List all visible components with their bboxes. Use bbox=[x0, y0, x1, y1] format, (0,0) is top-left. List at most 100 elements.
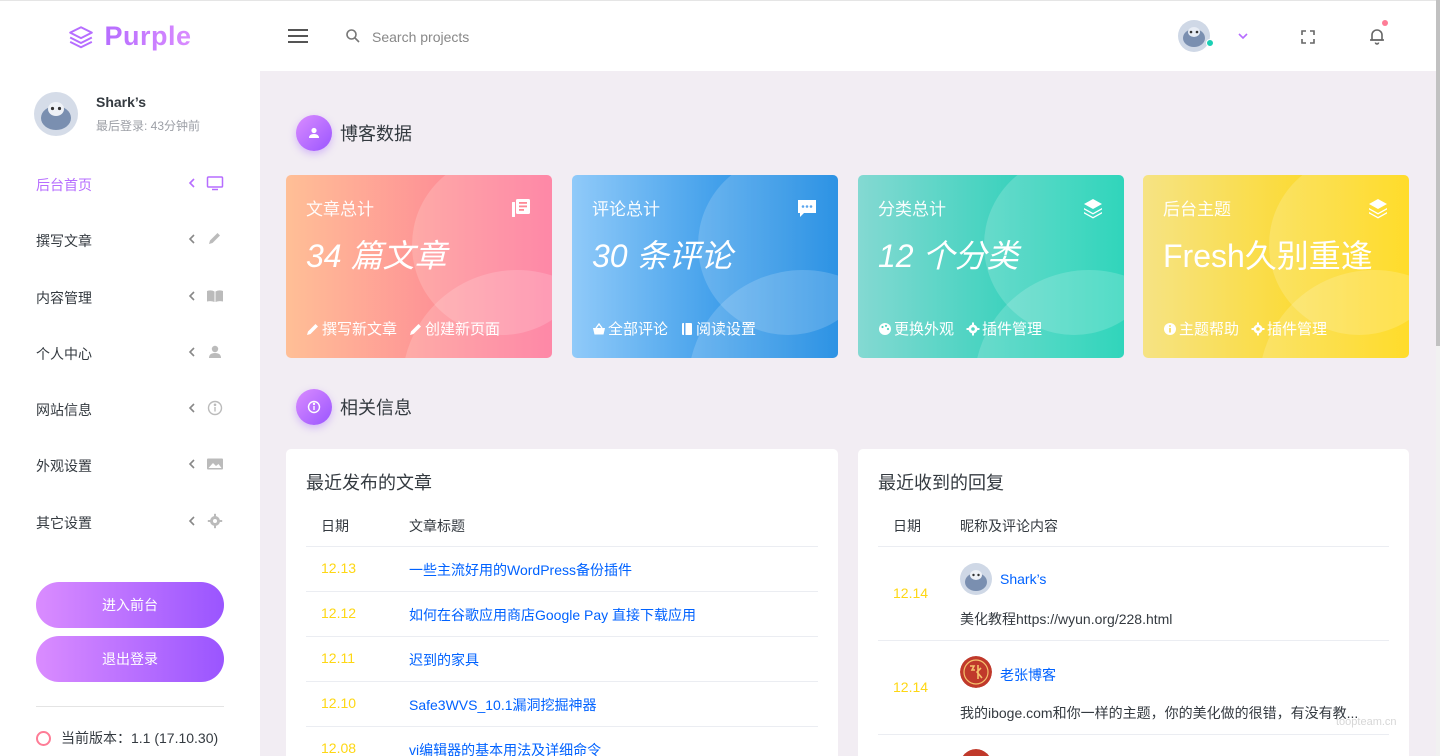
logout-button[interactable]: 退出登录 bbox=[36, 636, 224, 682]
stat-card-posts: 文章总计 34 篇文章 撰写新文章 创建新页面 bbox=[286, 175, 552, 358]
post-title-link[interactable]: vi编辑器的基本用法及详细命令 bbox=[409, 740, 601, 756]
reading-settings-link[interactable]: 阅读设置 bbox=[680, 318, 756, 339]
sidebar-item-label: 后台首页 bbox=[36, 177, 92, 193]
card-title: 后台主题 bbox=[1163, 200, 1231, 219]
card-value: 34 篇文章 bbox=[306, 238, 447, 274]
commenter-avatar bbox=[960, 749, 992, 756]
sidebar-item-other-settings[interactable]: 其它设置 bbox=[0, 493, 260, 549]
column-header: 日期 bbox=[321, 518, 349, 534]
commenter-avatar bbox=[960, 563, 992, 595]
search-icon bbox=[346, 29, 360, 43]
post-date: 12.13 bbox=[321, 560, 357, 576]
plugin-manage-link[interactable]: 插件管理 bbox=[1251, 318, 1327, 339]
chevron-left-icon bbox=[188, 403, 195, 413]
post-date: 12.12 bbox=[321, 605, 357, 621]
table-row: 12.14 老张博客 我的iboge.com和你一样的主题，你的美化做的很错，有… bbox=[878, 641, 1389, 735]
palette-icon bbox=[879, 322, 891, 335]
user-icon bbox=[209, 345, 221, 358]
table-row: 12.12 如何在谷歌应用商店Google Pay 直接下载应用 bbox=[306, 592, 818, 637]
sidebar-profile[interactable]: Shark’s 最后登录: 43分钟前 bbox=[34, 91, 234, 137]
sidebar-item-appearance[interactable]: 外观设置 bbox=[0, 436, 260, 492]
notification-dot bbox=[1382, 20, 1388, 26]
chevron-left-icon bbox=[188, 291, 195, 301]
pencil-icon bbox=[307, 323, 318, 335]
watermark: toopteam.cn bbox=[1336, 716, 1397, 728]
info-icon bbox=[1164, 322, 1176, 335]
post-title-link[interactable]: 迟到的家具 bbox=[409, 650, 479, 670]
column-header: 日期 bbox=[893, 518, 921, 534]
enter-frontend-button[interactable]: 进入前台 bbox=[36, 582, 224, 628]
profile-avatar bbox=[34, 92, 78, 136]
commenter-name-link[interactable]: Shark’s bbox=[1000, 571, 1046, 587]
sidebar-item-site-info[interactable]: 网站信息 bbox=[0, 380, 260, 436]
pencil-icon bbox=[410, 323, 422, 335]
divider bbox=[36, 706, 224, 707]
sidebar-item-dashboard[interactable]: 后台首页 bbox=[0, 155, 260, 211]
card-value: 12 个分类 bbox=[878, 238, 1019, 274]
table-header: 日期 昵称及评论内容 bbox=[878, 505, 1389, 547]
section-title: 相关信息 bbox=[340, 398, 412, 418]
info-icon bbox=[296, 389, 332, 425]
sidebar-item-content[interactable]: 内容管理 bbox=[0, 268, 260, 324]
book-icon bbox=[682, 322, 693, 335]
sidebar-item-profile[interactable]: 个人中心 bbox=[0, 324, 260, 380]
table-row: 12.14 Shark’s 美化教程https://wyun.org/228.h… bbox=[878, 547, 1389, 641]
reply-date: 12.14 bbox=[893, 585, 929, 601]
create-page-link[interactable]: 创建新页面 bbox=[409, 318, 500, 339]
card-title: 文章总计 bbox=[306, 200, 374, 219]
page-scrollbar[interactable] bbox=[1436, 0, 1440, 756]
menu-toggle-icon[interactable] bbox=[288, 25, 314, 49]
sidebar-item-write-post[interactable]: 撰写文章 bbox=[0, 211, 260, 267]
reply-date: 12.14 bbox=[893, 679, 929, 695]
post-date: 12.11 bbox=[321, 650, 355, 666]
user-avatar[interactable] bbox=[1178, 20, 1210, 52]
write-post-link[interactable]: 撰写新文章 bbox=[306, 318, 397, 339]
recent-replies-panel: 最近收到的回复 日期 昵称及评论内容 12.14 Shark’s 美化教程htt… bbox=[858, 449, 1409, 756]
all-comments-link[interactable]: 全部评论 bbox=[592, 318, 668, 339]
online-status-dot bbox=[1206, 39, 1214, 47]
gear-icon bbox=[1251, 322, 1265, 335]
table-row: 12.11 迟到的家具 bbox=[306, 637, 818, 682]
post-title-link[interactable]: 如何在谷歌应用商店Google Pay 直接下载应用 bbox=[409, 605, 696, 625]
chevron-left-icon bbox=[188, 234, 195, 244]
brand-logo[interactable]: Purple bbox=[0, 1, 260, 72]
version-text: 当前版本：1.1 (17.10.30) bbox=[61, 730, 219, 746]
search-input[interactable] bbox=[372, 23, 672, 51]
user-icon bbox=[296, 115, 332, 151]
gear-icon bbox=[207, 513, 223, 528]
chevron-left-icon bbox=[188, 178, 195, 188]
profile-name: Shark’s bbox=[96, 94, 147, 110]
card-title: 分类总计 bbox=[878, 200, 946, 219]
post-title-link[interactable]: Safe3WVS_10.1漏洞挖掘神器 bbox=[409, 695, 597, 715]
pencil-icon bbox=[209, 233, 220, 245]
sidebar-item-label: 网站信息 bbox=[36, 402, 92, 419]
stat-card-categories: 分类总计 12 个分类 更换外观 插件管理 bbox=[858, 175, 1124, 358]
chevron-down-icon[interactable] bbox=[1236, 29, 1250, 43]
plugin-manage-link[interactable]: 插件管理 bbox=[966, 318, 1042, 339]
top-navbar: Purple bbox=[0, 0, 1436, 71]
post-date: 12.08 bbox=[321, 740, 357, 756]
sidebar-nav: 后台首页 撰写文章 内容管理 个人中心 网站信息 外观设置 其它设置 bbox=[0, 155, 260, 549]
bell-icon[interactable] bbox=[1367, 26, 1387, 46]
theme-help-link[interactable]: 主题帮助 bbox=[1163, 318, 1239, 339]
layers-logo-icon bbox=[69, 25, 94, 48]
table-row bbox=[878, 735, 1389, 756]
table-row: 12.10 Safe3WVS_10.1漏洞挖掘神器 bbox=[306, 682, 818, 727]
basket-icon bbox=[593, 322, 605, 334]
table-header: 日期 文章标题 bbox=[306, 505, 818, 547]
post-title-link[interactable]: 一些主流好用的WordPress备份插件 bbox=[409, 560, 632, 580]
library-icon bbox=[512, 199, 530, 217]
post-date: 12.10 bbox=[321, 695, 357, 711]
scrollbar-thumb[interactable] bbox=[1436, 0, 1440, 346]
fullscreen-icon[interactable] bbox=[1300, 29, 1316, 45]
monitor-icon bbox=[206, 176, 224, 191]
commenter-avatar bbox=[960, 656, 992, 688]
message-icon bbox=[798, 200, 816, 217]
book-open-icon bbox=[207, 289, 223, 302]
gear-icon bbox=[966, 322, 980, 335]
commenter-name-link[interactable]: 老张博客 bbox=[1000, 665, 1056, 685]
section-header-related-info: 相关信息 bbox=[296, 389, 412, 425]
sidebar-item-label: 撰写文章 bbox=[36, 233, 92, 250]
change-theme-link[interactable]: 更换外观 bbox=[878, 318, 954, 339]
info-icon bbox=[207, 400, 223, 416]
